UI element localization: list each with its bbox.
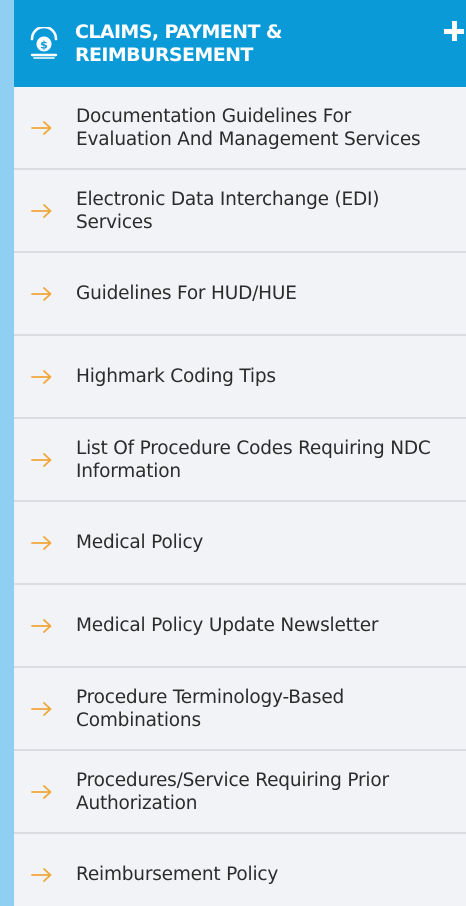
- list-item[interactable]: Guidelines For HUD/HUE: [14, 253, 466, 336]
- arrow-right-icon: [14, 203, 76, 218]
- arrow-right-icon: [14, 120, 76, 135]
- plus-icon[interactable]: [442, 20, 466, 44]
- list-item-label: Procedures/Service Requiring Prior Autho…: [76, 769, 389, 814]
- arrow-right-icon: [14, 867, 76, 882]
- list-item[interactable]: List Of Procedure Codes Requiring NDC In…: [14, 419, 466, 502]
- list-item[interactable]: Reimbursement Policy: [14, 834, 466, 906]
- section-header[interactable]: $ CLAIMS, PAYMENT & REIMBURSEMENT: [14, 0, 466, 87]
- menu-list: Documentation Guidelines For Evaluation …: [14, 87, 466, 906]
- list-item[interactable]: Medical Policy Update Newsletter: [14, 585, 466, 668]
- list-item[interactable]: Documentation Guidelines For Evaluation …: [14, 87, 466, 170]
- list-item-label: Documentation Guidelines For Evaluation …: [76, 105, 421, 150]
- svg-text:$: $: [40, 39, 48, 52]
- list-item[interactable]: Medical Policy: [14, 502, 466, 585]
- list-item[interactable]: Procedures/Service Requiring Prior Autho…: [14, 751, 466, 834]
- dollar-coin-icon: $: [30, 27, 58, 59]
- claims-payment-panel: $ CLAIMS, PAYMENT & REIMBURSEMENT Docume…: [14, 0, 466, 906]
- list-item[interactable]: Electronic Data Interchange (EDI) Servic…: [14, 170, 466, 253]
- list-item-label: Electronic Data Interchange (EDI) Servic…: [76, 188, 380, 233]
- arrow-right-icon: [14, 701, 76, 716]
- arrow-right-icon: [14, 286, 76, 301]
- list-item[interactable]: Procedure Terminology-Based Combinations: [14, 668, 466, 751]
- list-item-label: Medical Policy Update Newsletter: [76, 615, 379, 636]
- list-item[interactable]: Highmark Coding Tips: [14, 336, 466, 419]
- arrow-right-icon: [14, 618, 76, 633]
- list-item-label: Highmark Coding Tips: [76, 366, 276, 387]
- arrow-right-icon: [14, 452, 76, 467]
- arrow-right-icon: [14, 784, 76, 799]
- list-item-label: List Of Procedure Codes Requiring NDC In…: [76, 437, 431, 482]
- list-item-label: Reimbursement Policy: [76, 864, 279, 885]
- section-title: CLAIMS, PAYMENT & REIMBURSEMENT: [75, 21, 282, 66]
- arrow-right-icon: [14, 535, 76, 550]
- list-item-label: Medical Policy: [76, 532, 204, 553]
- arrow-right-icon: [14, 369, 76, 384]
- list-item-label: Procedure Terminology-Based Combinations: [76, 686, 345, 731]
- list-item-label: Guidelines For HUD/HUE: [76, 283, 297, 304]
